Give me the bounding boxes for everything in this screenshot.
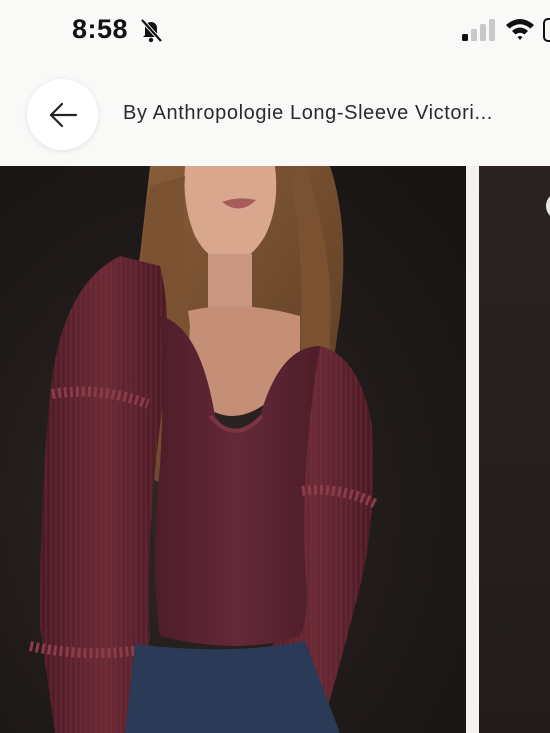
page-title: By Anthropologie Long-Sleeve Victori... <box>123 102 493 124</box>
product-photo-main[interactable] <box>0 166 466 733</box>
bell-slash-icon <box>140 18 163 43</box>
battery-icon <box>543 18 550 42</box>
status-time: 8:58 <box>72 14 129 44</box>
product-header: By Anthropologie Long-Sleeve Victori... <box>0 62 550 166</box>
model-photo-illustration <box>28 166 379 733</box>
status-bar: 8:58 <box>0 0 550 62</box>
arrow-left-icon <box>49 102 77 127</box>
image-indicator-dot <box>546 192 550 220</box>
cellular-signal-icon <box>462 19 495 41</box>
product-image-carousel[interactable] <box>0 166 550 733</box>
product-photo-next[interactable] <box>479 166 550 733</box>
back-button[interactable] <box>27 79 98 150</box>
wifi-icon <box>506 19 534 40</box>
